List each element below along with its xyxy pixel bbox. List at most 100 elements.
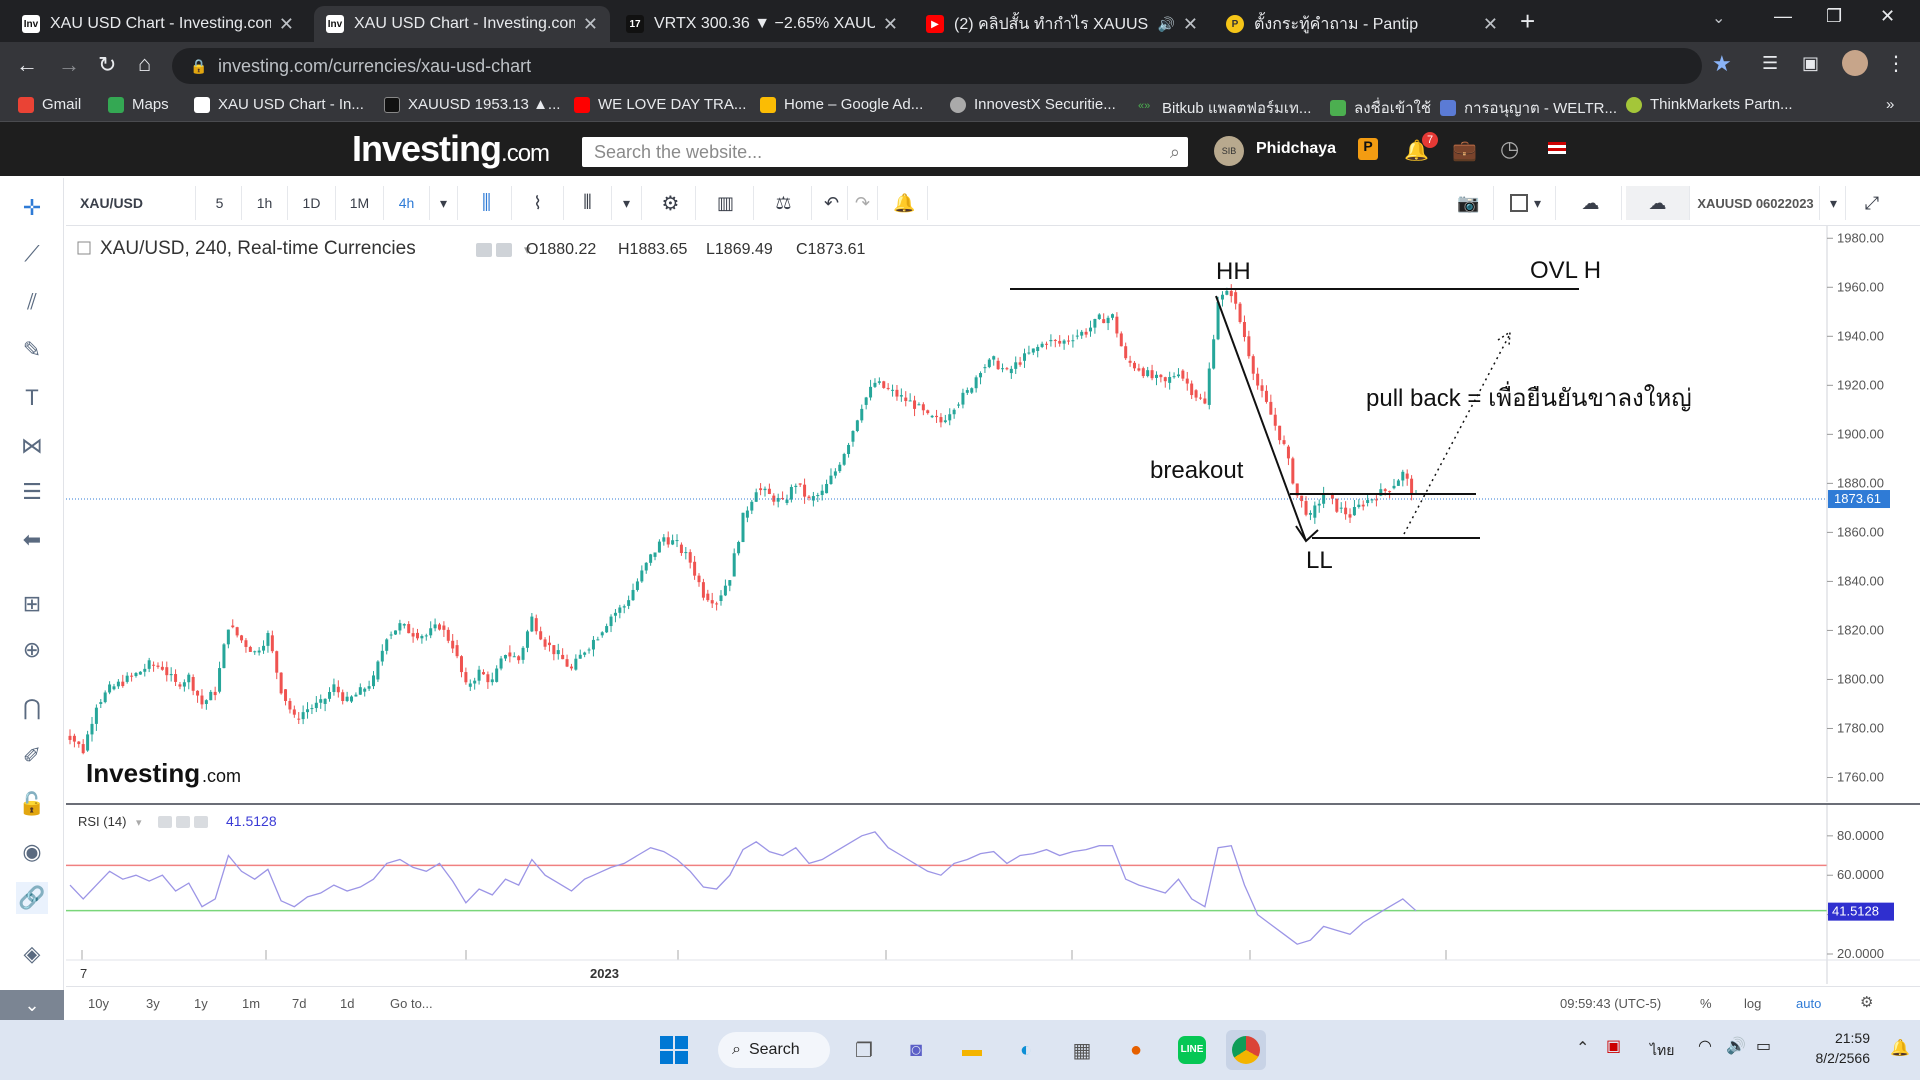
- candle-body[interactable]: [231, 625, 235, 628]
- candle-body[interactable]: [715, 603, 719, 605]
- candle-body[interactable]: [803, 484, 807, 497]
- candle-body[interactable]: [1181, 370, 1185, 379]
- candle-body[interactable]: [1163, 377, 1167, 382]
- rsi-settings-icon[interactable]: [176, 816, 190, 828]
- candle-body[interactable]: [1317, 503, 1321, 506]
- candle-body[interactable]: [666, 537, 670, 545]
- candle-body[interactable]: [134, 673, 138, 676]
- candle-body[interactable]: [697, 575, 701, 583]
- candle-body[interactable]: [72, 735, 76, 742]
- battery-icon[interactable]: ▭: [1756, 1036, 1771, 1056]
- candle-body[interactable]: [1005, 368, 1009, 370]
- candle-body[interactable]: [679, 544, 683, 554]
- reload-icon[interactable]: ↻: [98, 52, 116, 78]
- candle-body[interactable]: [1410, 478, 1414, 494]
- candle-body[interactable]: [1132, 362, 1136, 369]
- bookmark-innovestx[interactable]: InnovestX Securitie...: [950, 96, 1116, 113]
- candle-body[interactable]: [983, 367, 987, 369]
- browser-menu-icon[interactable]: ⋮: [1886, 51, 1906, 76]
- candle-body[interactable]: [1282, 440, 1286, 444]
- browser-tab[interactable]: P ตั้งกระทู้คำถาม - Pantip ✕: [1214, 6, 1510, 42]
- candle-body[interactable]: [842, 454, 846, 465]
- candle-body[interactable]: [1031, 348, 1035, 353]
- candle-body[interactable]: [996, 360, 1000, 370]
- symbol-input[interactable]: XAU/USD: [72, 186, 196, 220]
- interval-1h[interactable]: 1h: [242, 186, 288, 220]
- auto-toggle[interactable]: auto: [1796, 996, 1821, 1011]
- alert-bell-icon[interactable]: 🔔: [882, 186, 928, 220]
- candle-body[interactable]: [1207, 368, 1211, 405]
- candle-body[interactable]: [468, 683, 472, 687]
- candle-body[interactable]: [512, 656, 516, 658]
- candle-body[interactable]: [508, 652, 512, 657]
- candle-body[interactable]: [367, 686, 371, 689]
- crosshair-icon[interactable]: ✛: [16, 192, 48, 224]
- candle-body[interactable]: [908, 400, 912, 402]
- candle-body[interactable]: [917, 404, 921, 406]
- candle-body[interactable]: [534, 618, 538, 632]
- candle-body[interactable]: [600, 632, 604, 636]
- candle-body[interactable]: [627, 600, 631, 606]
- candle-body[interactable]: [446, 629, 450, 641]
- candle-body[interactable]: [662, 537, 666, 542]
- candle-body[interactable]: [1225, 290, 1229, 295]
- task-view-icon[interactable]: ❐: [844, 1030, 884, 1070]
- candle-body[interactable]: [1124, 346, 1128, 359]
- candle-body[interactable]: [503, 654, 507, 659]
- candle-body[interactable]: [1080, 331, 1084, 336]
- browser-tab[interactable]: ▶ (2) คลิปสั้น ทำกำไร XAUUSD 20 🔊 ✕: [914, 6, 1210, 42]
- close-tab-icon[interactable]: ✕: [279, 14, 294, 35]
- bookmark-bitkub[interactable]: «» Bitkub แพลตฟอร์มเท...: [1138, 96, 1311, 120]
- ovl-h-label[interactable]: OVL H: [1530, 257, 1601, 284]
- restore-window-icon[interactable]: ❐: [1826, 6, 1842, 27]
- candle-body[interactable]: [957, 404, 961, 406]
- candle-body[interactable]: [789, 486, 793, 500]
- candle-body[interactable]: [1396, 480, 1400, 486]
- candle-body[interactable]: [754, 492, 758, 502]
- candle-body[interactable]: [539, 631, 543, 640]
- candle-body[interactable]: [561, 654, 565, 660]
- candle-body[interactable]: [1027, 352, 1031, 354]
- chart-settings-gear-icon[interactable]: ⚙: [1860, 993, 1873, 1011]
- candle-body[interactable]: [477, 669, 481, 681]
- candle-body[interactable]: [943, 420, 947, 423]
- candle-body[interactable]: [314, 702, 318, 709]
- candle-body[interactable]: [270, 635, 274, 652]
- candle-body[interactable]: [829, 475, 833, 484]
- bookmark-xauusd[interactable]: XAUUSD 1953.13 ▲...: [384, 96, 560, 113]
- interval-1d[interactable]: 1D: [288, 186, 336, 220]
- candle-body[interactable]: [1084, 331, 1088, 335]
- candle-body[interactable]: [1093, 318, 1097, 328]
- candle-body[interactable]: [547, 642, 551, 646]
- edge-icon[interactable]: ◐: [1006, 1030, 1046, 1070]
- candle-body[interactable]: [1264, 390, 1268, 402]
- candle-body[interactable]: [1361, 504, 1365, 507]
- candle-body[interactable]: [1176, 374, 1180, 377]
- candle-body[interactable]: [1067, 340, 1071, 342]
- candle-body[interactable]: [719, 595, 723, 602]
- link-icon[interactable]: 🔗: [16, 882, 48, 914]
- candle-body[interactable]: [583, 652, 587, 655]
- bookmark-day-trade[interactable]: WE LOVE DAY TRA...: [574, 96, 746, 113]
- candle-body[interactable]: [437, 624, 441, 630]
- bookmark-login[interactable]: ลงชื่อเข้าใช้: [1330, 96, 1431, 120]
- candle-body[interactable]: [1053, 339, 1057, 341]
- file-explorer-icon[interactable]: ▬: [952, 1030, 992, 1070]
- candle-body[interactable]: [116, 681, 120, 687]
- candle-body[interactable]: [1071, 340, 1075, 342]
- rsi-close-icon[interactable]: [194, 816, 208, 828]
- candle-body[interactable]: [301, 712, 305, 720]
- candle-body[interactable]: [1110, 314, 1114, 318]
- candle-body[interactable]: [1242, 321, 1246, 338]
- bookmark-xau-chart[interactable]: XAU USD Chart - In...: [194, 96, 364, 113]
- candle-body[interactable]: [1352, 507, 1356, 516]
- candle-body[interactable]: [525, 631, 529, 648]
- price-chart[interactable]: HH OVL H pull back = เพื่อยืนยันขาลงใหญ่…: [66, 226, 1920, 986]
- parallel-channel-icon[interactable]: ⫽: [16, 286, 48, 318]
- candle-body[interactable]: [1088, 327, 1092, 332]
- redo-icon[interactable]: ↷: [848, 186, 878, 220]
- chart-type-dropdown-icon[interactable]: ▾: [612, 186, 642, 220]
- candle-body[interactable]: [948, 414, 952, 421]
- candle-body[interactable]: [1194, 390, 1198, 398]
- candle-body[interactable]: [495, 668, 499, 682]
